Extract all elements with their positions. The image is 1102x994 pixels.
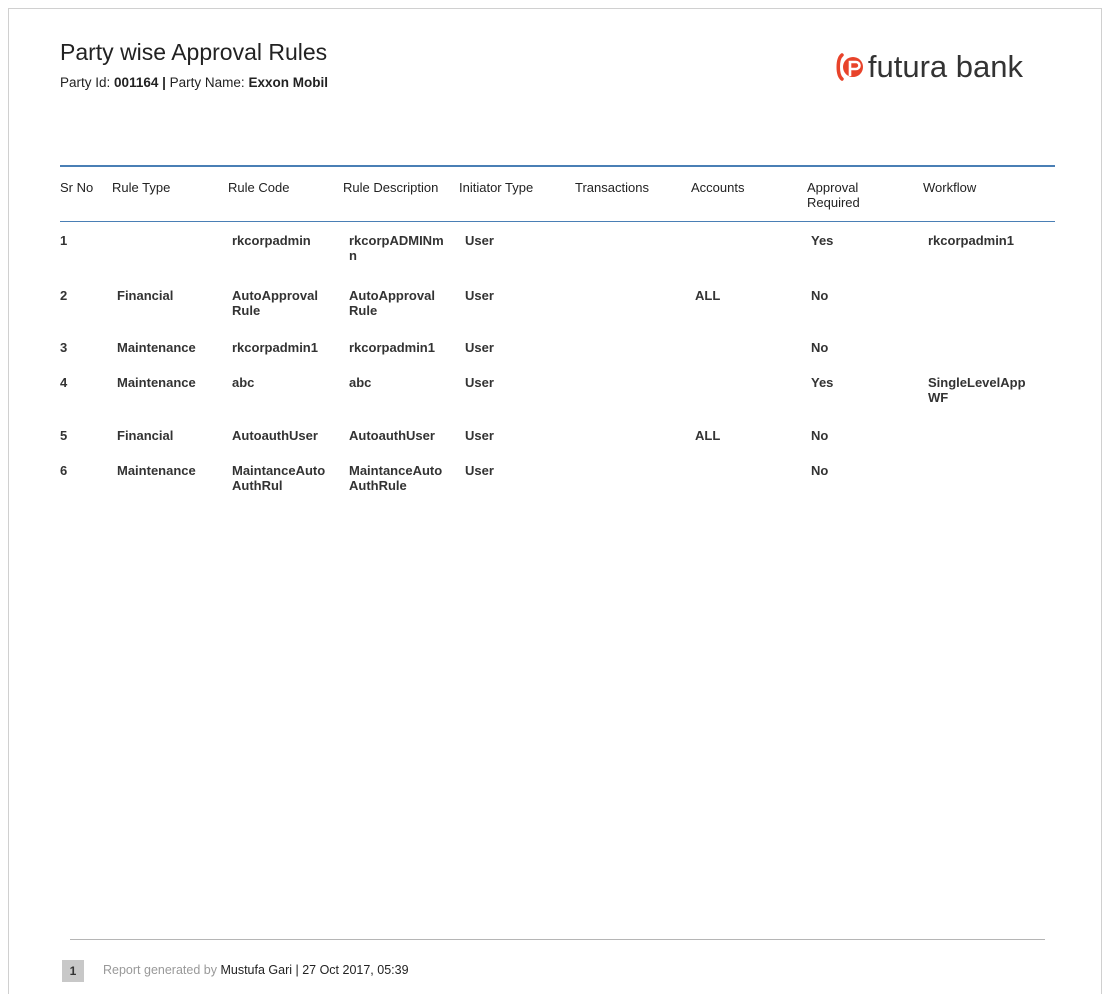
- cell-sr-no: 2: [60, 288, 68, 303]
- cell-rule-type: Maintenance: [117, 340, 196, 355]
- cell-approval-required: No: [811, 340, 829, 355]
- party-id-label: Party Id:: [60, 75, 111, 90]
- table-top-rule: [60, 165, 1055, 167]
- cell-approval-required: No: [811, 288, 829, 303]
- brand-logo: futura bank: [836, 49, 1023, 85]
- col-header-approval-required: Approval Required: [807, 180, 860, 210]
- cell-workflow: rkcorpadmin1: [928, 233, 1014, 248]
- cell-rule-description: rkcorpADMINmn: [349, 233, 444, 263]
- cell-accounts: ALL: [695, 288, 721, 303]
- cell-rule-type: Maintenance: [117, 463, 196, 478]
- generated-by-value: Mustufa Gari | 27 Oct 2017, 05:39: [220, 963, 409, 977]
- footer-divider: [70, 939, 1045, 940]
- col-header-sr-no: Sr No: [60, 180, 94, 195]
- cell-rule-code: MaintanceAutoAuthRul: [232, 463, 326, 493]
- cell-rule-type: Maintenance: [117, 375, 196, 390]
- cell-initiator-type: User: [465, 463, 494, 478]
- futura-bank-logo-icon: [836, 53, 863, 81]
- cell-rule-type: Financial: [117, 288, 174, 303]
- cell-rule-code: abc: [232, 375, 255, 390]
- cell-sr-no: 3: [60, 340, 68, 355]
- cell-approval-required: No: [811, 463, 829, 478]
- col-header-transactions: Transactions: [575, 180, 649, 195]
- col-header-rule-description: Rule Description: [343, 180, 439, 195]
- cell-rule-code: AutoauthUser: [232, 428, 318, 443]
- generated-by-label: Report generated by: [103, 963, 217, 977]
- cell-rule-code: AutoApprovalRule: [232, 288, 318, 318]
- report-page: Party wise Approval Rules Party Id: 0011…: [8, 8, 1102, 994]
- col-header-workflow: Workflow: [923, 180, 977, 195]
- cell-approval-required: Yes: [811, 375, 834, 390]
- cell-sr-no: 4: [60, 375, 68, 390]
- cell-initiator-type: User: [465, 340, 494, 355]
- cell-initiator-type: User: [465, 375, 494, 390]
- table-header-rule: [60, 221, 1055, 222]
- cell-rule-type: Financial: [117, 428, 174, 443]
- cell-sr-no: 1: [60, 233, 68, 248]
- cell-rule-description: AutoauthUser: [349, 428, 435, 443]
- cell-rule-description: AutoApprovalRule: [349, 288, 435, 318]
- cell-rule-description: rkcorpadmin1: [349, 340, 435, 355]
- cell-rule-code: rkcorpadmin1: [232, 340, 318, 355]
- cell-rule-code: rkcorpadmin: [232, 233, 311, 248]
- cell-sr-no: 5: [60, 428, 68, 443]
- cell-approval-required: No: [811, 428, 829, 443]
- cell-rule-description: MaintanceAutoAuthRule: [349, 463, 443, 493]
- cell-approval-required: Yes: [811, 233, 834, 248]
- party-info: Party Id: 001164 | Party Name: Exxon Mob…: [60, 75, 328, 90]
- party-name-value: Exxon Mobil: [248, 75, 328, 90]
- party-id-value: 001164 |: [114, 75, 166, 90]
- cell-initiator-type: User: [465, 428, 494, 443]
- cell-workflow: SingleLevelAppWF: [928, 375, 1026, 405]
- party-name-label: Party Name:: [169, 75, 245, 90]
- col-header-rule-type: Rule Type: [112, 180, 171, 195]
- page-title: Party wise Approval Rules: [60, 39, 328, 65]
- col-header-initiator-type: Initiator Type: [459, 180, 534, 195]
- cell-sr-no: 6: [60, 463, 68, 478]
- page-number: 1: [62, 960, 84, 982]
- cell-initiator-type: User: [465, 233, 494, 248]
- report-footer: Report generated by Mustufa Gari | 27 Oc…: [103, 963, 409, 977]
- cell-rule-description: abc: [349, 375, 372, 390]
- cell-accounts: ALL: [695, 428, 721, 443]
- col-header-rule-code: Rule Code: [228, 180, 290, 195]
- cell-initiator-type: User: [465, 288, 494, 303]
- col-header-accounts: Accounts: [691, 180, 745, 195]
- brand-name: futura bank: [867, 49, 1023, 84]
